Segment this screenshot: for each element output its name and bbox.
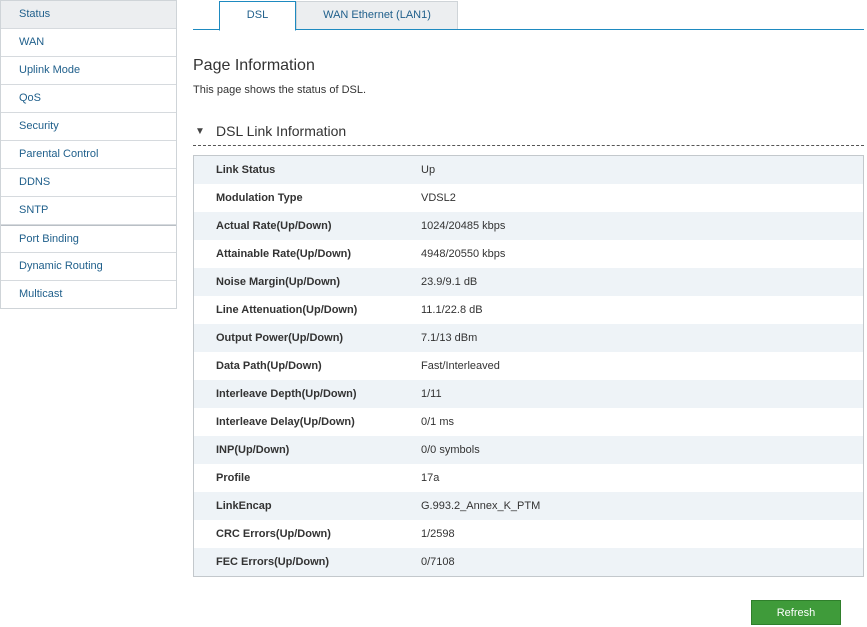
sidebar-item-sntp[interactable]: SNTP (1, 197, 176, 225)
sidebar-nav: Status WAN Uplink Mode QoS Security Pare… (0, 0, 177, 309)
row-label: FEC Errors(Up/Down) (216, 556, 330, 568)
sidebar-item-multicast[interactable]: Multicast (1, 281, 176, 309)
table-row: Interleave Delay(Up/Down) 0/1 ms (194, 408, 863, 436)
row-label: Profile (216, 472, 251, 484)
sidebar-item-wan[interactable]: WAN (1, 29, 176, 57)
row-label: CRC Errors(Up/Down) (216, 528, 331, 540)
table-row: Link Status Up (194, 156, 863, 184)
table-row: Modulation Type VDSL2 (194, 184, 863, 212)
dsl-link-section-header[interactable]: ▼ DSL Link Information (193, 120, 864, 146)
sidebar-item-port-binding[interactable]: Port Binding (1, 225, 176, 253)
row-value: 0/0 symbols (421, 444, 480, 456)
page-description: This page shows the status of DSL. (193, 84, 367, 96)
row-value: 1024/20485 kbps (421, 220, 506, 232)
table-row: INP(Up/Down) 0/0 symbols (194, 436, 863, 464)
sidebar-item-dynamic-routing[interactable]: Dynamic Routing (1, 253, 176, 281)
refresh-button[interactable]: Refresh (751, 600, 841, 625)
row-label: Noise Margin(Up/Down) (216, 276, 341, 288)
row-value: 0/7108 (421, 556, 455, 568)
row-value: Fast/Interleaved (421, 360, 500, 372)
row-value: VDSL2 (421, 192, 456, 204)
table-row: Output Power(Up/Down) 7.1/13 dBm (194, 324, 863, 352)
tab-bar: DSL WAN Ethernet (LAN1) (193, 0, 864, 31)
sidebar-item-status[interactable]: Status (1, 1, 176, 29)
table-row: Actual Rate(Up/Down) 1024/20485 kbps (194, 212, 863, 240)
table-row: FEC Errors(Up/Down) 0/7108 (194, 548, 863, 576)
table-row: CRC Errors(Up/Down) 1/2598 (194, 520, 863, 548)
row-value: 23.9/9.1 dB (421, 276, 478, 288)
table-row: Noise Margin(Up/Down) 23.9/9.1 dB (194, 268, 863, 296)
page-title: Page Information (193, 57, 315, 74)
row-label: Output Power(Up/Down) (216, 332, 344, 344)
row-label: Line Attenuation(Up/Down) (216, 304, 358, 316)
dsl-info-table: Link Status Up Modulation Type VDSL2 Act… (193, 155, 864, 577)
row-label: Data Path(Up/Down) (216, 360, 322, 372)
row-label: Link Status (216, 164, 276, 176)
tab-dsl[interactable]: DSL (219, 1, 296, 31)
row-label: Interleave Delay(Up/Down) (216, 416, 355, 428)
row-value: 1/2598 (421, 528, 455, 540)
sidebar-item-qos[interactable]: QoS (1, 85, 176, 113)
table-row: Attainable Rate(Up/Down) 4948/20550 kbps (194, 240, 863, 268)
sidebar-item-ddns[interactable]: DDNS (1, 169, 176, 197)
triangle-down-icon: ▼ (195, 126, 205, 137)
row-label: Interleave Depth(Up/Down) (216, 388, 357, 400)
row-value: G.993.2_Annex_K_PTM (421, 500, 541, 512)
table-row: Line Attenuation(Up/Down) 11.1/22.8 dB (194, 296, 863, 324)
sidebar-item-uplink-mode[interactable]: Uplink Mode (1, 57, 176, 85)
row-value: Up (421, 164, 436, 176)
row-label: LinkEncap (216, 500, 272, 512)
row-label: INP(Up/Down) (216, 444, 290, 456)
sidebar-item-security[interactable]: Security (1, 113, 176, 141)
row-value: 0/1 ms (421, 416, 455, 428)
table-row: LinkEncap G.993.2_Annex_K_PTM (194, 492, 863, 520)
tab-wan-ethernet-lan1[interactable]: WAN Ethernet (LAN1) (296, 1, 458, 29)
row-value: 11.1/22.8 dB (421, 304, 483, 316)
row-value: 4948/20550 kbps (421, 248, 506, 260)
row-value: 17a (421, 472, 440, 484)
row-label: Attainable Rate(Up/Down) (216, 248, 352, 260)
table-row: Profile 17a (194, 464, 863, 492)
table-row: Data Path(Up/Down) Fast/Interleaved (194, 352, 863, 380)
sidebar-item-parental-control[interactable]: Parental Control (1, 141, 176, 169)
row-value: 1/11 (421, 388, 442, 400)
row-value: 7.1/13 dBm (421, 332, 478, 344)
row-label: Actual Rate(Up/Down) (216, 220, 332, 232)
section-title: DSL Link Information (216, 123, 347, 139)
table-row: Interleave Depth(Up/Down) 1/11 (194, 380, 863, 408)
row-label: Modulation Type (216, 192, 303, 204)
